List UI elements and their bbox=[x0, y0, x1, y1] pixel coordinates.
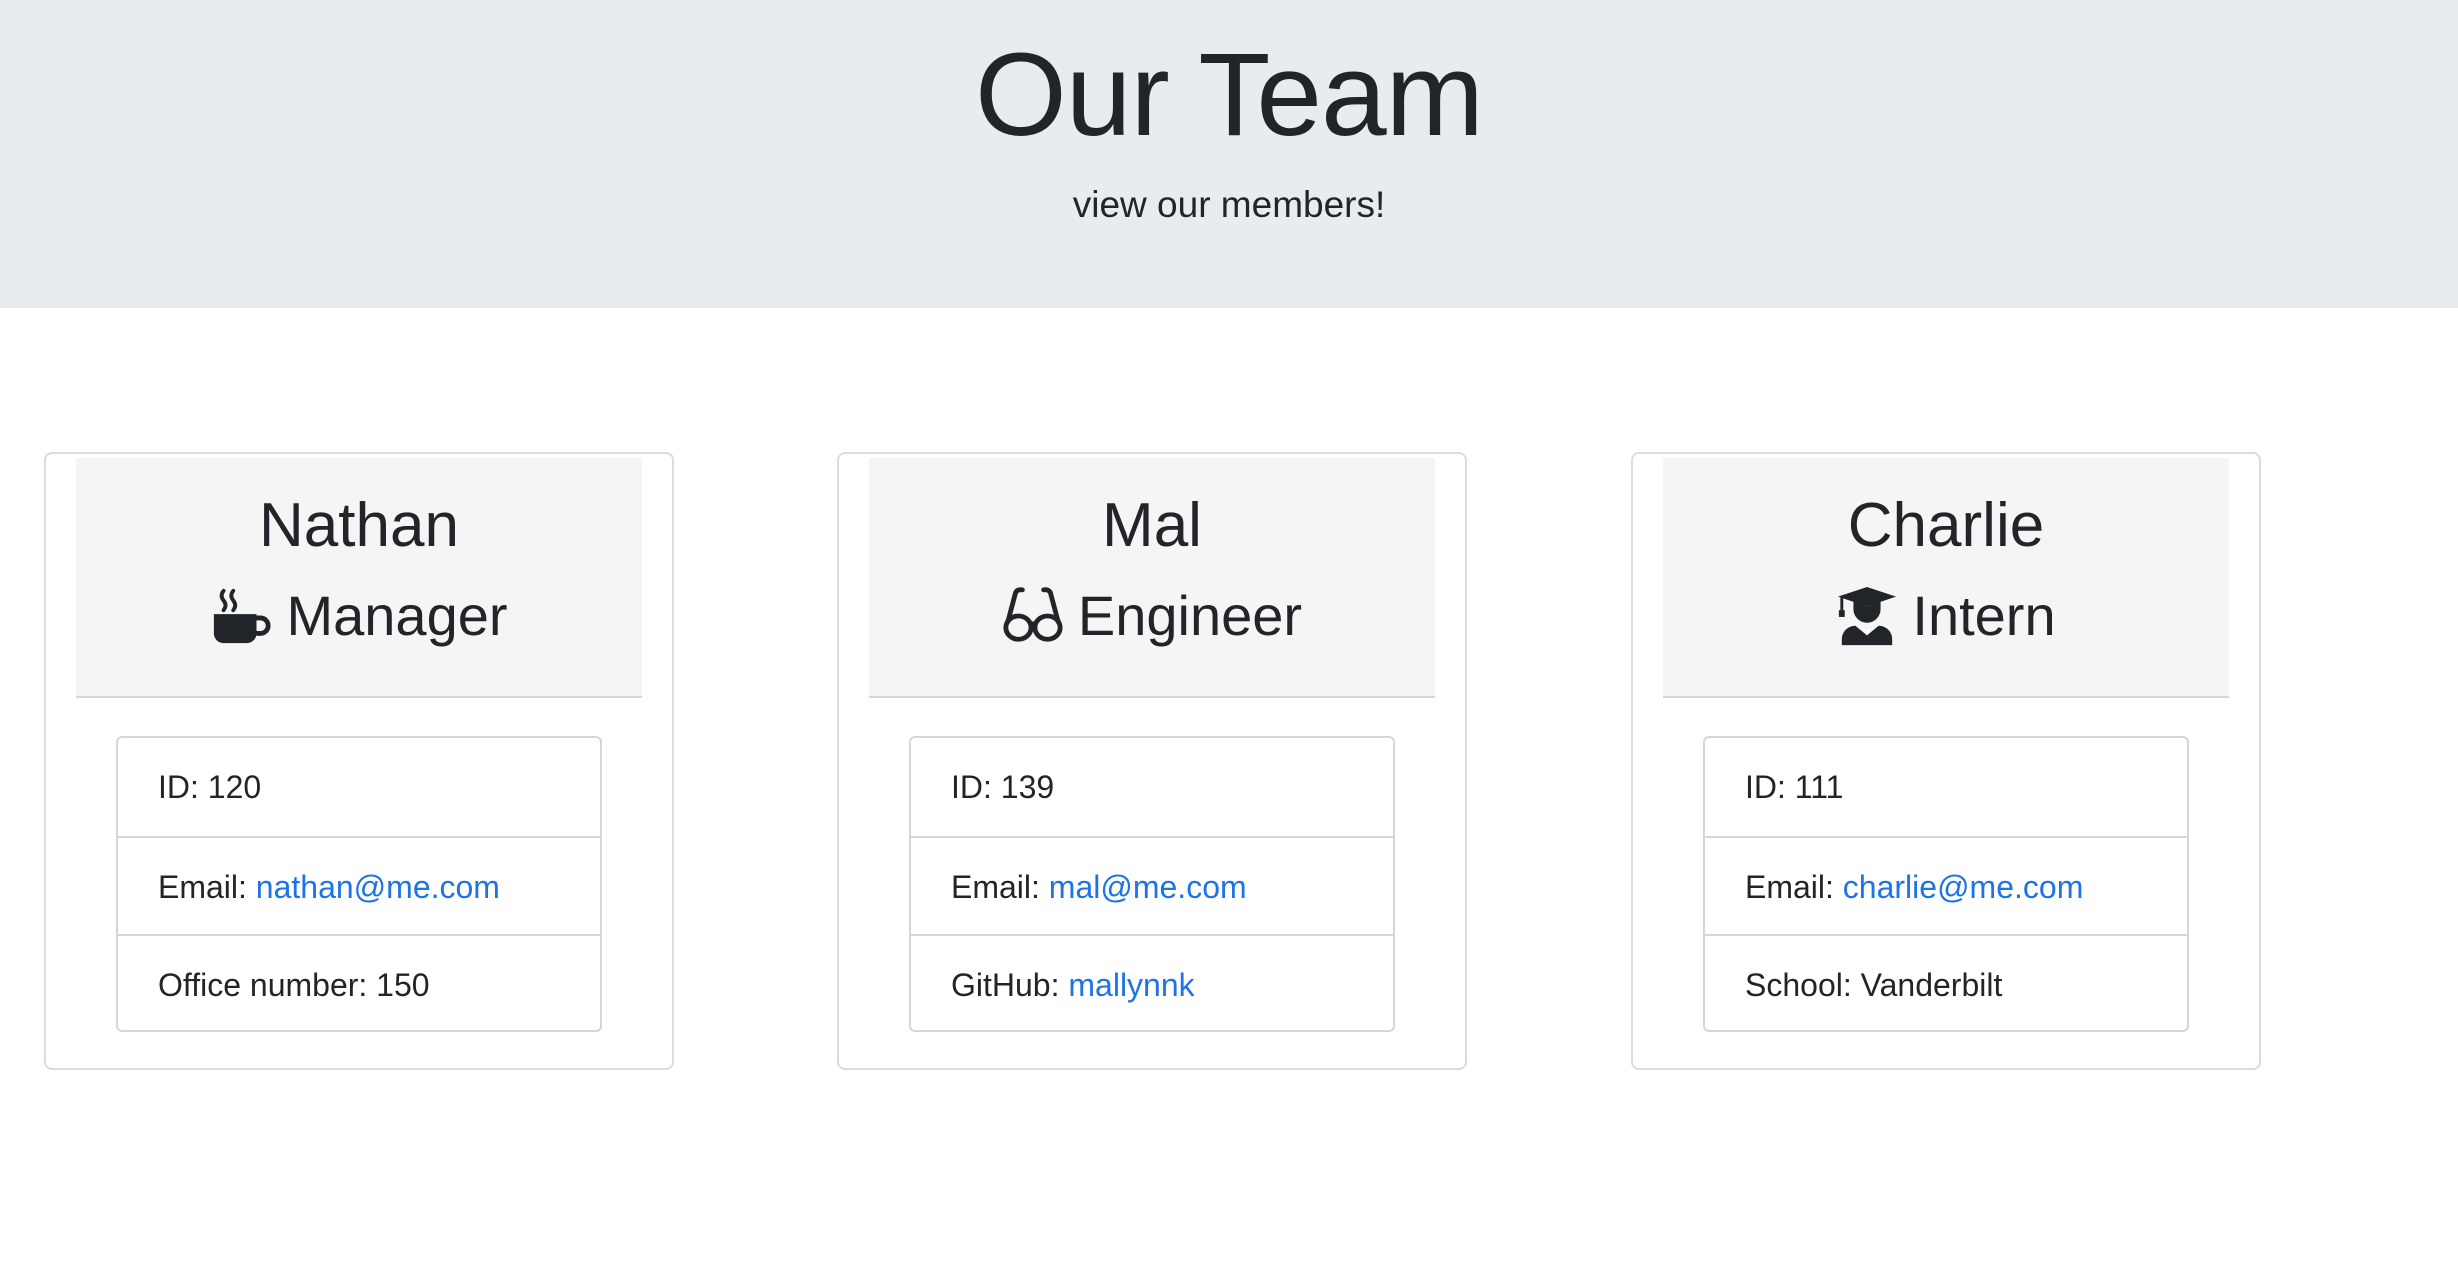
card-header: Mal Engineer bbox=[869, 458, 1435, 698]
github-label: GitHub: bbox=[951, 967, 1069, 1003]
page-title: Our Team bbox=[975, 29, 1484, 161]
glasses-icon bbox=[1002, 585, 1064, 647]
header-jumbotron: Our Team view our members! bbox=[0, 0, 2458, 308]
email-label: Email: bbox=[951, 869, 1049, 905]
member-email-row: Email: mal@me.com bbox=[911, 836, 1393, 934]
member-office-number: Office number: 150 bbox=[118, 934, 600, 1032]
member-name: Nathan bbox=[259, 491, 459, 560]
role-label: Manager bbox=[286, 584, 508, 647]
member-role: Manager bbox=[76, 578, 642, 654]
member-details: ID: 111 Email: charlie@me.com School: Va… bbox=[1703, 736, 2189, 1032]
member-details: ID: 139 Email: mal@me.com GitHub: mallyn… bbox=[909, 736, 1395, 1032]
email-link[interactable]: mal@me.com bbox=[1049, 869, 1247, 905]
member-id: ID: 120 bbox=[158, 769, 262, 805]
email-label: Email: bbox=[158, 869, 256, 905]
graduate-icon bbox=[1836, 585, 1898, 647]
member-name: Charlie bbox=[1847, 491, 2045, 560]
card-header: Nathan Manager bbox=[76, 458, 642, 698]
page-subtitle: view our members! bbox=[1072, 184, 1386, 225]
member-card-engineer: Mal Engineer ID: 139 Email: mal@me.com G… bbox=[837, 452, 1467, 1070]
role-label: Intern bbox=[1912, 584, 2056, 647]
member-email-row: Email: charlie@me.com bbox=[1705, 836, 2187, 934]
member-card-manager: Nathan Manager ID: 120 Email: nathan@me.… bbox=[44, 452, 674, 1070]
member-email-row: Email: nathan@me.com bbox=[118, 836, 600, 934]
member-name: Mal bbox=[1102, 491, 1202, 560]
github-link[interactable]: mallynnk bbox=[1068, 967, 1194, 1003]
member-id: ID: 139 bbox=[951, 769, 1055, 805]
member-role: Intern bbox=[1663, 578, 2229, 654]
email-link[interactable]: charlie@me.com bbox=[1843, 869, 2084, 905]
member-id: ID: 111 bbox=[1745, 769, 1844, 805]
coffee-mug-icon bbox=[210, 585, 272, 647]
member-role: Engineer bbox=[869, 578, 1435, 654]
member-card-intern: Charlie Intern ID: 111 Email: charlie@me… bbox=[1631, 452, 2261, 1070]
member-github-row: GitHub: mallynnk bbox=[911, 934, 1393, 1032]
role-label: Engineer bbox=[1077, 584, 1303, 647]
member-details: ID: 120 Email: nathan@me.com Office numb… bbox=[116, 736, 602, 1032]
email-link[interactable]: nathan@me.com bbox=[256, 869, 500, 905]
member-school: School: Vanderbilt bbox=[1705, 934, 2187, 1032]
email-label: Email: bbox=[1745, 869, 1843, 905]
card-header: Charlie Intern bbox=[1663, 458, 2229, 698]
